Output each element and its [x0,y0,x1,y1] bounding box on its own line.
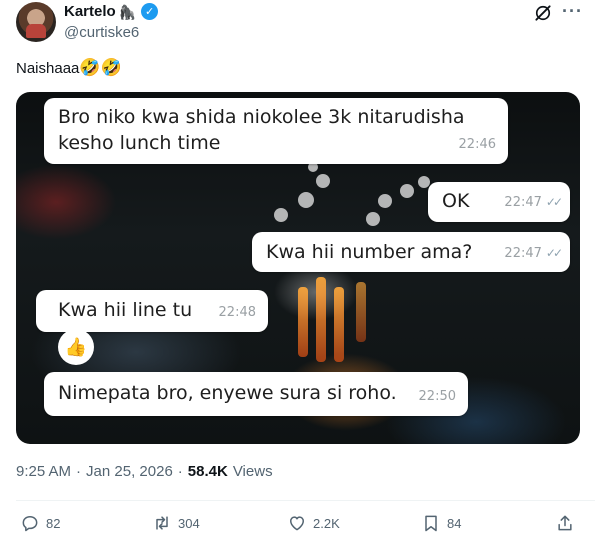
author-name-row[interactable]: Kartelo 🦍 ✓ [64,3,159,20]
chat-bubble-incoming: Bro niko kwa shida niokolee 3k nitarudis… [44,98,508,164]
views-count: 58.4K [187,463,228,480]
bookmark-button[interactable]: 84 [421,513,461,533]
chat-message-text: Kwa hii number ama? [266,241,473,263]
tweet-text-body: Naishaaa [16,60,80,77]
chat-message-text: kesho lunch time [58,132,221,154]
tweet-date[interactable]: Jan 25, 2026 [86,463,173,480]
like-count: 2.2K [313,515,340,531]
chat-message-text: Bro niko kwa shida niokolee 3k nitarudis… [58,106,465,128]
grok-icon[interactable] [533,3,553,23]
share-button[interactable] [555,513,575,533]
chat-bubble-outgoing: Kwa hii number ama? 22:47 ✓✓ [252,232,570,272]
chat-message-text: Kwa hii line tu [58,299,193,321]
thumbs-up-reaction-icon: 👍 [58,329,94,365]
views-label: Views [232,463,273,480]
reply-button[interactable]: 82 [20,513,60,533]
author-avatar[interactable] [16,2,56,42]
tweet-meta: 9:25 AM · Jan 25, 2026 · 58.4K Views [16,463,273,480]
repost-button[interactable]: 304 [152,513,200,533]
chat-message-text: Nimepata bro, enyewe sura si roho. [58,382,397,404]
chat-timestamp: 22:47 ✓✓ [504,189,563,216]
like-button[interactable]: 2.2K [287,513,340,533]
reply-count: 82 [46,515,61,531]
reply-icon [22,516,38,532]
heart-icon [290,516,304,531]
chat-timestamp: 22:48 [218,305,256,320]
chat-timestamp: 22:47 ✓✓ [504,240,563,267]
chat-bubble-incoming: Nimepata bro, enyewe sura si roho. 22:50 [44,372,468,416]
divider [16,500,595,501]
tweet-emoji: 🤣🤣 [79,58,122,77]
read-ticks-icon: ✓✓ [545,195,563,209]
repost-count: 304 [178,515,200,531]
chat-time-value: 22:47 [504,246,542,261]
author-display-name[interactable]: Kartelo [64,3,116,20]
bookmark-count: 84 [447,515,462,531]
meta-separator: · [177,463,183,480]
name-emoji: 🦍 [118,3,137,20]
meta-separator: · [76,463,82,480]
chat-bubble-outgoing: OK 22:47 ✓✓ [428,182,570,222]
author-handle[interactable]: @curtiske6 [64,24,139,41]
read-ticks-icon: ✓✓ [545,246,563,260]
tweet-media-image[interactable]: Bro niko kwa shida niokolee 3k nitarudis… [16,92,580,444]
more-options-icon[interactable]: ··· [562,1,583,22]
repost-icon [156,516,168,530]
chat-time-value: 22:47 [504,195,542,210]
chat-message-text: OK [442,190,470,212]
verified-badge-icon: ✓ [141,3,159,20]
chat-timestamp: 22:46 [458,137,496,152]
tweet-actions-bar: 82 304 2.2K 84 [0,511,611,539]
bookmark-icon [425,515,437,532]
chat-timestamp: 22:50 [418,389,456,404]
chat-bubble-incoming: Kwa hii line tu 22:48 [36,290,268,332]
share-icon [558,515,572,531]
tweet-text: Naishaaa🤣🤣 [16,58,122,78]
tweet-time[interactable]: 9:25 AM [16,463,71,480]
